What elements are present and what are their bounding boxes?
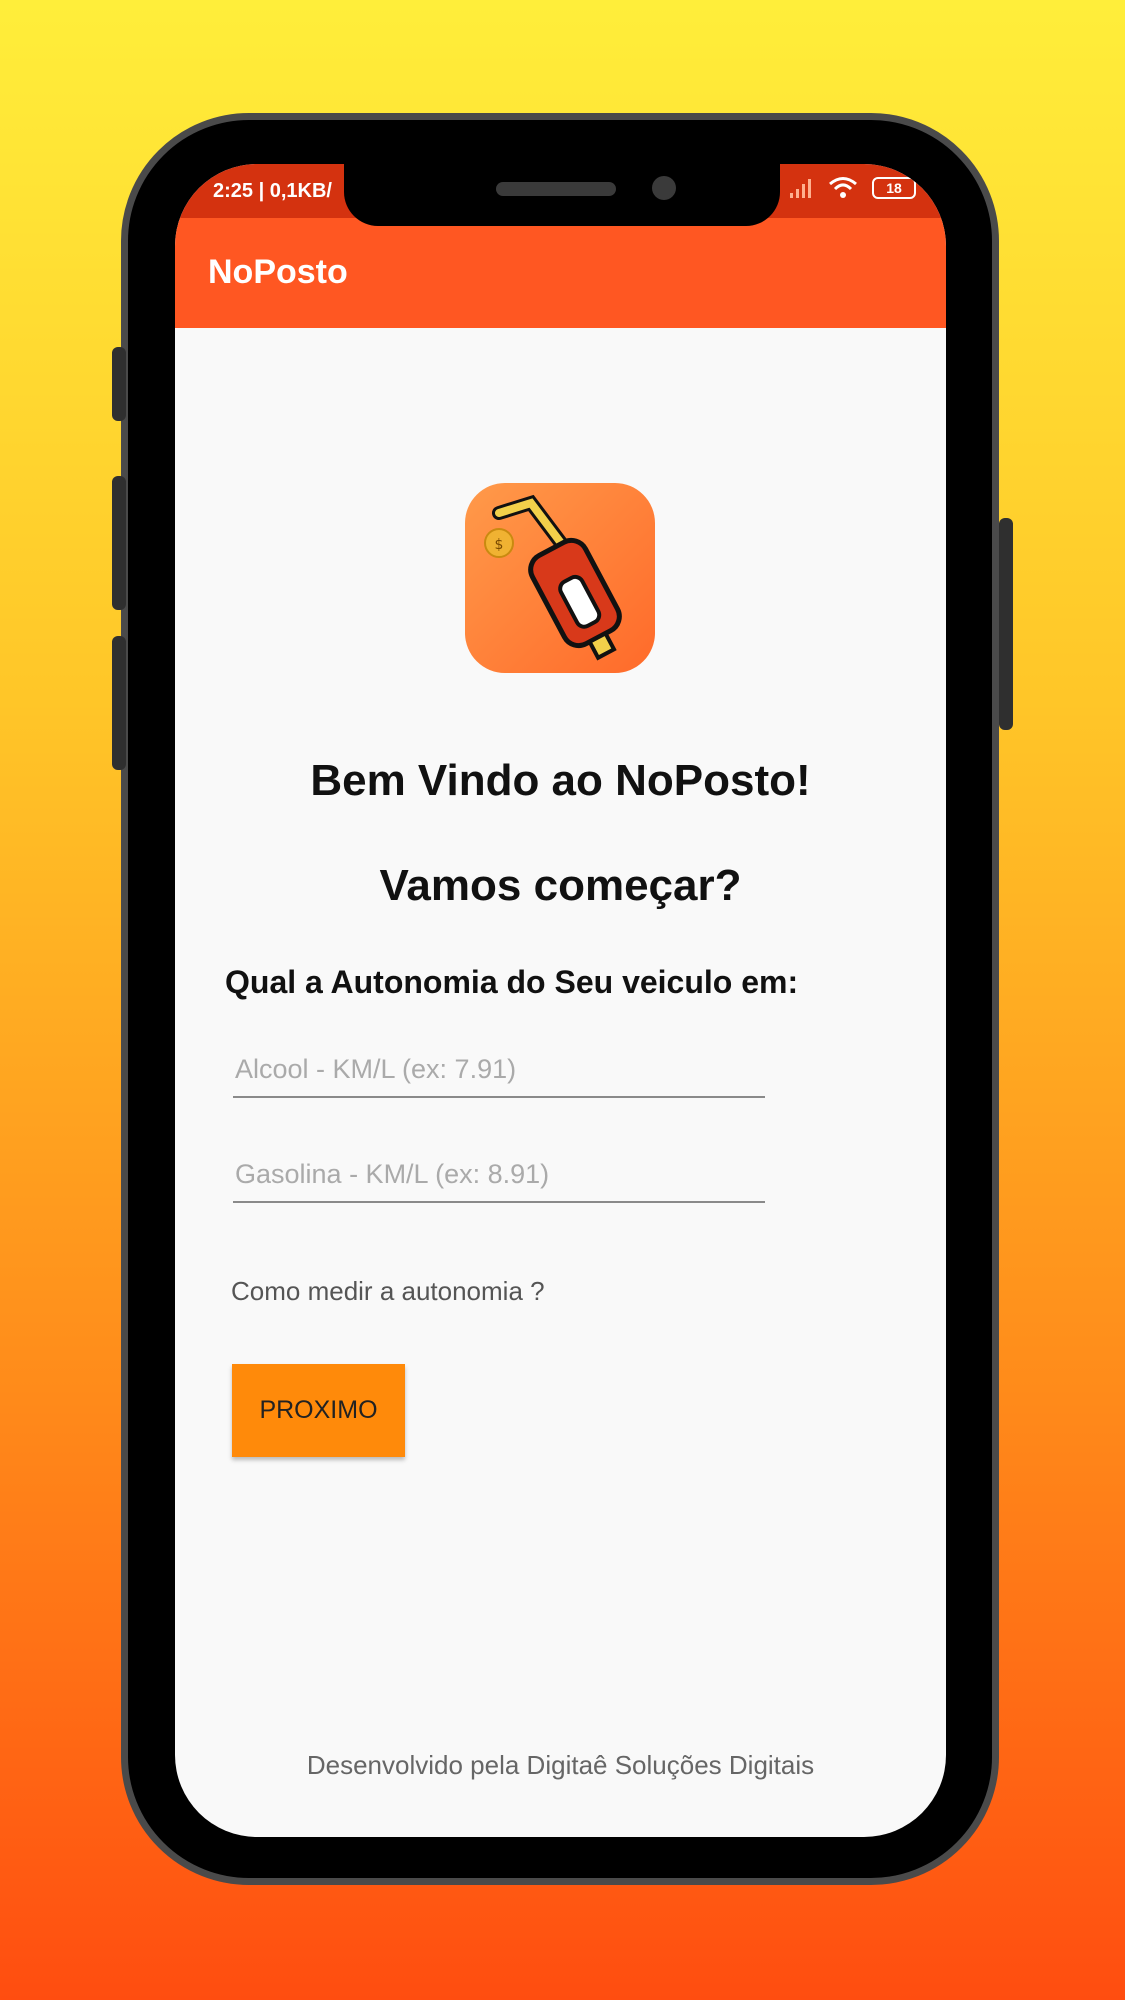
footer-credit: Desenvolvido pela Digitaê Soluções Digit…: [306, 1750, 815, 1780]
phone-notch: [344, 164, 780, 226]
welcome-title: Bem Vindo ao NoPosto!: [310, 756, 811, 805]
battery-icon: 18: [872, 177, 916, 199]
gasolina-input[interactable]: [233, 1149, 769, 1199]
status-icons: 18: [788, 176, 916, 200]
app-bar: NoPosto: [175, 218, 946, 328]
welcome-subtitle: Vamos começar?: [379, 861, 742, 910]
help-link[interactable]: Como medir a autonomia ?: [231, 1276, 545, 1307]
app-title: NoPosto: [208, 253, 348, 291]
autonomy-question: Qual a Autonomia do Seu veiculo em:: [225, 964, 799, 1000]
gasolina-field: [233, 1149, 769, 1203]
fuel-pump-icon: $: [484, 494, 622, 661]
phone-side-button: [999, 518, 1013, 730]
front-camera: [652, 176, 676, 200]
status-time: 2:25 | 0,1KB/: [213, 180, 332, 202]
wifi-icon: [829, 177, 857, 198]
alcool-input[interactable]: [233, 1044, 769, 1094]
svg-text:$: $: [495, 537, 504, 553]
phone-side-button: [112, 347, 126, 421]
app-logo: $: [465, 483, 655, 673]
next-button[interactable]: PROXIMO: [232, 1364, 405, 1457]
phone-side-button: [112, 636, 126, 770]
alcool-field: [233, 1044, 769, 1098]
app-screen: 2:25 | 0,1KB/ 18 NoPosto $ Bem Vindo ao …: [175, 164, 946, 1837]
phone-side-button: [112, 476, 126, 610]
battery-level: 18: [886, 180, 902, 196]
speaker-grille: [496, 182, 616, 196]
signal-icon: [790, 179, 811, 198]
